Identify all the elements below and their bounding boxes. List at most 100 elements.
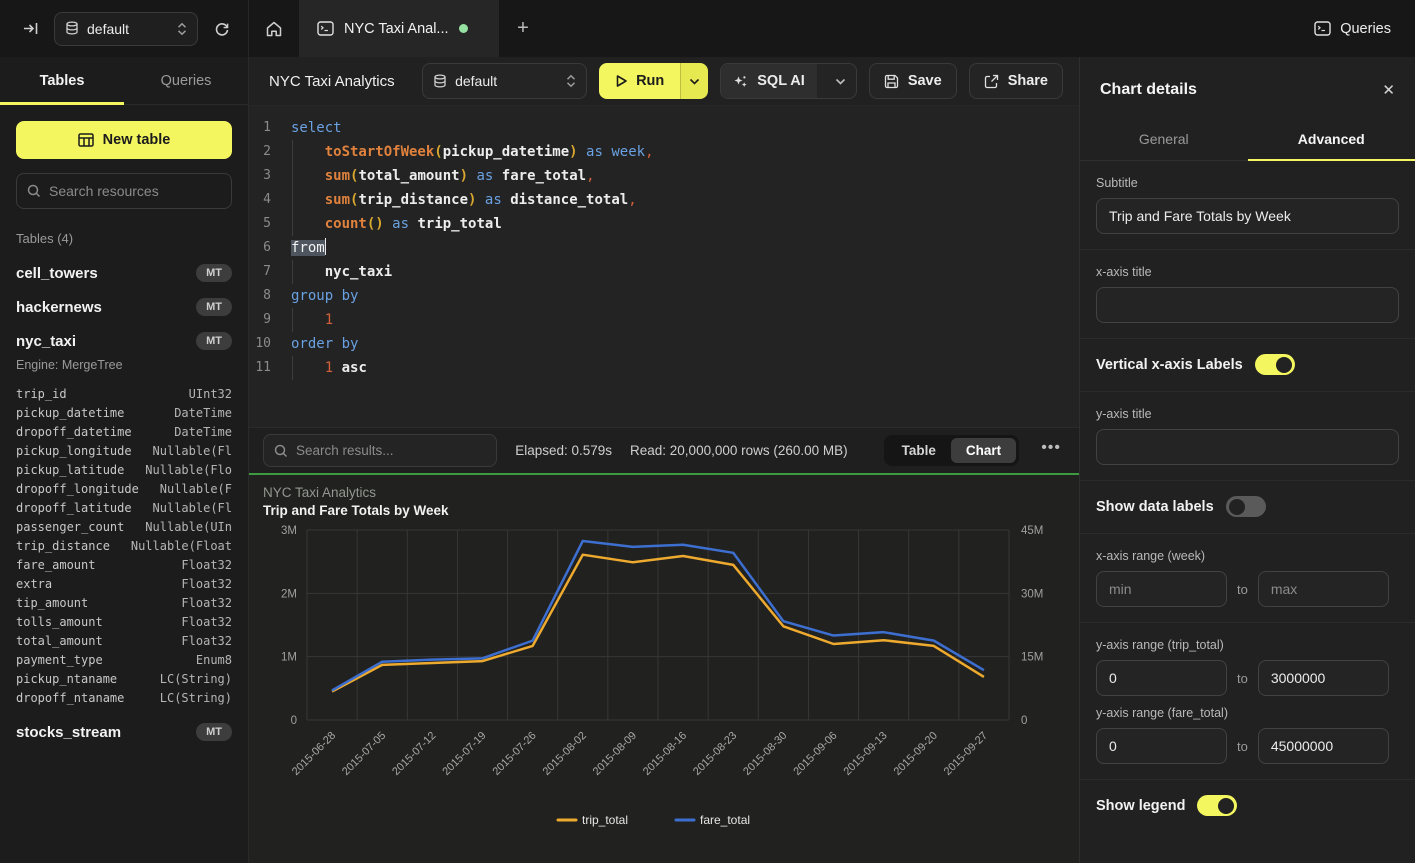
legend-item-fare_total[interactable]: fare_total (676, 813, 750, 827)
sql-ai-button[interactable]: SQL AI (721, 64, 817, 98)
subtitle-input[interactable] (1096, 198, 1399, 234)
database-icon (433, 74, 447, 89)
x-axis-label: 2015-06-28 (290, 730, 338, 778)
left-axis-tick: 0 (291, 715, 297, 727)
tab-title: NYC Taxi Anal... (344, 21, 449, 37)
y-range-trip-total-label: y-axis range (trip_total) (1096, 638, 1399, 652)
panel-body: Subtitle x-axis title Vertical x-axis La… (1080, 161, 1415, 863)
sql-editor[interactable]: 1select2 toStartOfWeek(pickup_datetime) … (249, 106, 1079, 427)
left-axis-tick: 2M (281, 588, 297, 600)
x-range-min-input[interactable] (1096, 571, 1227, 607)
text-cursor (325, 238, 327, 255)
database-selector-value: default (87, 21, 169, 37)
x-range-max-input[interactable] (1258, 571, 1389, 607)
close-icon[interactable]: ✕ (1382, 81, 1395, 99)
share-icon (984, 74, 999, 89)
sidebar: Tables Queries New table Tables (4) cell… (0, 57, 249, 863)
column-row: payment_typeEnum8 (0, 650, 248, 669)
show-data-labels-label: Show data labels (1096, 499, 1214, 515)
x-axis-title-input[interactable] (1096, 287, 1399, 323)
database-selector[interactable]: default (54, 12, 198, 46)
view-toggle-table[interactable]: Table (887, 438, 951, 463)
save-button[interactable]: Save (869, 63, 957, 99)
search-icon (274, 444, 288, 458)
y-axis-title-input[interactable] (1096, 429, 1399, 465)
editor-line: 5 count() as trip_total (249, 212, 1079, 236)
left-axis-tick: 1M (281, 652, 297, 664)
queries-button[interactable]: Queries (1314, 21, 1391, 37)
search-icon (27, 184, 41, 198)
show-legend-toggle[interactable] (1197, 795, 1237, 816)
search-results-input[interactable] (296, 443, 486, 458)
x-axis-label: 2015-08-30 (741, 730, 789, 778)
collapse-sidebar-icon[interactable] (16, 15, 44, 43)
y-axis-title-label: y-axis title (1096, 407, 1399, 421)
refresh-icon[interactable] (208, 15, 236, 43)
y-range-trip-max-input[interactable] (1258, 660, 1389, 696)
table-row-hackernews[interactable]: hackernews MT (0, 290, 248, 324)
y-range-fare-max-input[interactable] (1258, 728, 1389, 764)
show-data-labels-toggle[interactable] (1226, 496, 1266, 517)
search-resources-box (16, 173, 232, 209)
new-tab-button[interactable]: + (499, 0, 547, 57)
legend-label: fare_total (700, 813, 750, 827)
line-number: 2 (249, 140, 291, 164)
view-toggle-chart[interactable]: Chart (951, 438, 1016, 463)
x-axis-label: 2015-08-02 (541, 730, 589, 778)
sql-ai-caret[interactable] (826, 64, 856, 98)
query-title: NYC Taxi Analytics (269, 73, 410, 90)
line-number: 1 (249, 116, 291, 140)
share-button[interactable]: Share (969, 63, 1063, 99)
column-row: tolls_amountFloat32 (0, 612, 248, 631)
search-results-box (263, 434, 497, 467)
chart-details-panel: Chart details ✕ General Advanced Subtitl… (1079, 57, 1415, 863)
line-number: 6 (249, 236, 291, 260)
table-row-cell-towers[interactable]: cell_towers MT (0, 256, 248, 290)
x-axis-label: 2015-08-23 (691, 730, 739, 778)
toolbar-database-selector[interactable]: default (422, 63, 587, 99)
y-range-fare-total-label: y-axis range (fare_total) (1096, 706, 1399, 720)
tab-nyc-taxi-analytics[interactable]: NYC Taxi Anal... (299, 0, 499, 57)
results-bar: Elapsed: 0.579s Read: 20,000,000 rows (2… (249, 427, 1079, 475)
sql-ai-button-group: SQL AI (720, 63, 857, 99)
vertical-x-axis-labels-toggle[interactable] (1255, 354, 1295, 375)
table-row-stocks-stream[interactable]: stocks_stream MT (0, 715, 248, 749)
y-range-fare-min-input[interactable] (1096, 728, 1227, 764)
more-options-button[interactable]: ••• (1037, 439, 1065, 463)
chart-subtitle: Trip and Fare Totals by Week (263, 503, 1065, 518)
line-number: 5 (249, 212, 291, 236)
search-resources-input[interactable] (49, 183, 221, 199)
home-button[interactable] (249, 0, 299, 57)
line-number: 9 (249, 308, 291, 332)
table-row-nyc-taxi[interactable]: nyc_taxi MT (0, 324, 248, 358)
tables-list: Tables (4) cell_towers MT hackernews MT … (0, 227, 248, 863)
panel-tab-advanced[interactable]: Advanced (1248, 119, 1415, 160)
sidebar-tab-queries[interactable]: Queries (124, 57, 248, 104)
right-axis-tick: 0 (1021, 715, 1027, 727)
sidebar-tab-tables[interactable]: Tables (0, 57, 124, 104)
column-row: pickup_longitudeNullable(Fl (0, 441, 248, 460)
show-legend-label: Show legend (1096, 798, 1185, 814)
run-options-caret[interactable] (680, 63, 708, 99)
column-row: fare_amountFloat32 (0, 555, 248, 574)
y-range-trip-min-input[interactable] (1096, 660, 1227, 696)
x-axis-label: 2015-08-16 (641, 730, 689, 778)
panel-tab-general[interactable]: General (1080, 119, 1248, 160)
elapsed-stat: Elapsed: 0.579s (515, 443, 612, 458)
run-button[interactable]: Run (599, 63, 680, 99)
column-row: passenger_countNullable(UIn (0, 517, 248, 536)
legend-item-trip_total[interactable]: trip_total (558, 813, 628, 827)
panel-tabs: General Advanced (1080, 119, 1415, 161)
editor-line: 10order by (249, 332, 1079, 356)
editor-line: 9 1 (249, 308, 1079, 332)
query-toolbar: NYC Taxi Analytics default Run (249, 57, 1079, 106)
main-area: NYC Taxi Analytics default Run (249, 57, 1079, 863)
play-icon (615, 74, 628, 88)
editor-line: 8group by (249, 284, 1079, 308)
topbar-right: Queries (1290, 0, 1415, 57)
x-axis-title-label: x-axis title (1096, 265, 1399, 279)
column-row: dropoff_ntanameLC(String) (0, 688, 248, 707)
new-table-button[interactable]: New table (16, 121, 232, 159)
editor-line: 7 nyc_taxi (249, 260, 1079, 284)
column-row: dropoff_datetimeDateTime (0, 422, 248, 441)
